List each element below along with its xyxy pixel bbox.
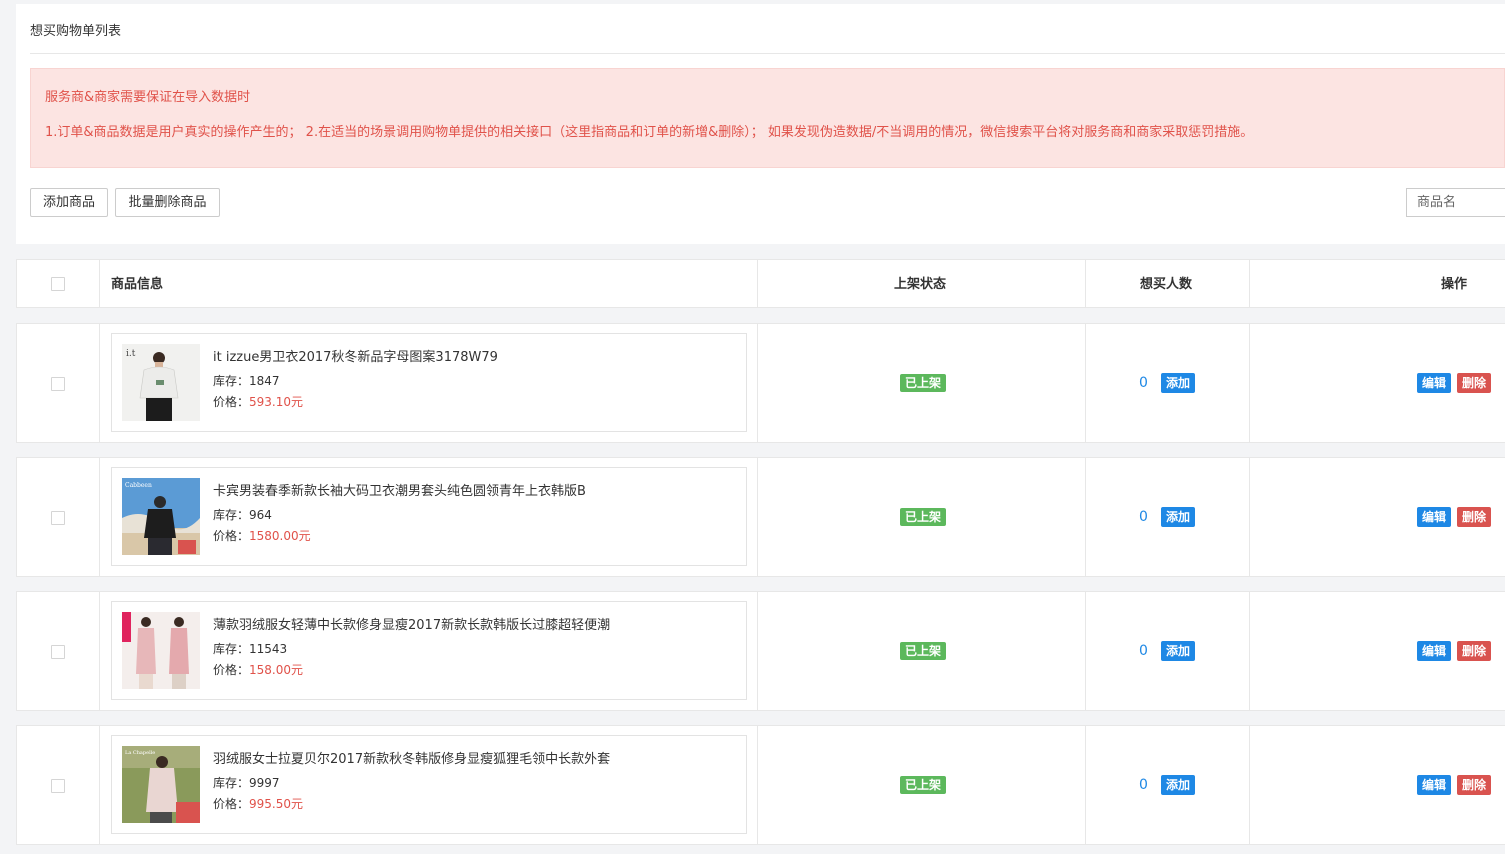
product-card: 薄款羽绒服女轻薄中长款修身显瘦2017新款长款韩版长过膝超轻便潮 库存：1154…: [111, 601, 747, 700]
select-all-checkbox[interactable]: [51, 277, 65, 291]
delete-button[interactable]: 删除: [1457, 775, 1492, 795]
want-count: 0: [1139, 509, 1148, 525]
edit-button[interactable]: 编辑: [1417, 507, 1452, 527]
column-divider: [757, 726, 758, 844]
add-product-button[interactable]: 添加商品: [30, 188, 108, 217]
column-divider: [757, 260, 758, 307]
product-price: 价格：1580.00元: [213, 529, 311, 543]
svg-text:i.t: i.t: [126, 349, 136, 359]
status-badge: 已上架: [900, 776, 947, 794]
product-card: i.t it izzue男卫衣2017秋冬新品字母图案3178W79 库存：18…: [111, 333, 747, 432]
table-row: Cabbeen 卡宾男装春季新款长袖大码卫衣潮男套头纯色圆领青年上衣韩版B 库存…: [16, 457, 1505, 577]
status-badge: 已上架: [900, 508, 947, 526]
delete-button[interactable]: 删除: [1457, 373, 1492, 393]
delete-button[interactable]: 删除: [1457, 507, 1492, 527]
table-row: 薄款羽绒服女轻薄中长款修身显瘦2017新款长款韩版长过膝超轻便潮 库存：1154…: [16, 591, 1505, 711]
column-divider: [1085, 458, 1086, 576]
product-name: 羽绒服女士拉夏贝尔2017新款秋冬韩版修身显瘦狐狸毛领中长款外套: [213, 752, 611, 767]
notice-alert: 服务商&商家需要保证在导入数据时 1.订单&商品数据是用户真实的操作产生的； 2…: [30, 68, 1505, 168]
column-divider: [99, 324, 100, 442]
product-name: it izzue男卫衣2017秋冬新品字母图案3178W79: [213, 350, 498, 365]
column-divider: [99, 458, 100, 576]
column-divider: [757, 458, 758, 576]
column-divider: [99, 726, 100, 844]
add-want-button[interactable]: 添加: [1161, 507, 1196, 527]
svg-text:La Chapelle: La Chapelle: [125, 750, 155, 756]
want-count: 0: [1139, 375, 1148, 391]
header-product-info: 商品信息: [111, 277, 164, 292]
row-checkbox[interactable]: [51, 511, 65, 525]
product-image[interactable]: i.t: [122, 344, 200, 421]
product-name: 薄款羽绒服女轻薄中长款修身显瘦2017新款长款韩版长过膝超轻便潮: [213, 618, 611, 633]
column-divider: [99, 260, 100, 307]
table-header: 商品信息 上架状态 想买人数 操作: [16, 259, 1505, 308]
product-stock: 库存：1847: [213, 374, 280, 388]
column-divider: [757, 324, 758, 442]
column-divider: [1249, 324, 1250, 442]
batch-delete-button[interactable]: 批量删除商品: [115, 188, 220, 217]
edit-button[interactable]: 编辑: [1417, 775, 1452, 795]
product-stock: 库存：11543: [213, 642, 288, 656]
column-divider: [1249, 260, 1250, 307]
page-title: 想买购物单列表: [30, 24, 122, 39]
product-stock: 库存：9997: [213, 776, 280, 790]
product-card: La Chapelle 羽绒服女士拉夏贝尔2017新款秋冬韩版修身显瘦狐狸毛领中…: [111, 735, 747, 834]
header-operations: 操作: [1441, 277, 1468, 292]
product-image[interactable]: [122, 612, 200, 689]
column-divider: [1249, 726, 1250, 844]
column-divider: [1249, 458, 1250, 576]
title-divider: [30, 53, 1505, 54]
alert-title: 服务商&商家需要保证在导入数据时: [45, 90, 251, 105]
add-want-button[interactable]: 添加: [1161, 641, 1196, 661]
column-divider: [1085, 726, 1086, 844]
product-price: 价格：593.10元: [213, 395, 304, 409]
product-image[interactable]: La Chapelle: [122, 746, 200, 823]
top-panel: 想买购物单列表 服务商&商家需要保证在导入数据时 1.订单&商品数据是用户真实的…: [16, 4, 1505, 244]
product-price: 价格：158.00元: [213, 663, 304, 677]
status-badge: 已上架: [900, 642, 947, 660]
table-row: i.t it izzue男卫衣2017秋冬新品字母图案3178W79 库存：18…: [16, 323, 1505, 443]
product-name: 卡宾男装春季新款长袖大码卫衣潮男套头纯色圆领青年上衣韩版B: [213, 484, 586, 499]
product-image[interactable]: Cabbeen: [122, 478, 200, 555]
want-count: 0: [1139, 643, 1148, 659]
column-divider: [1085, 324, 1086, 442]
alert-text: 1.订单&商品数据是用户真实的操作产生的； 2.在适当的场景调用购物单提供的相关…: [45, 125, 1254, 140]
delete-button[interactable]: 删除: [1457, 641, 1492, 661]
row-checkbox[interactable]: [51, 377, 65, 391]
row-checkbox[interactable]: [51, 779, 65, 793]
column-divider: [1085, 592, 1086, 710]
want-count: 0: [1139, 777, 1148, 793]
table-row: La Chapelle 羽绒服女士拉夏贝尔2017新款秋冬韩版修身显瘦狐狸毛领中…: [16, 725, 1505, 845]
product-search-input[interactable]: [1406, 188, 1505, 217]
column-divider: [99, 592, 100, 710]
column-divider: [757, 592, 758, 710]
column-divider: [1085, 260, 1086, 307]
add-want-button[interactable]: 添加: [1161, 775, 1196, 795]
add-want-button[interactable]: 添加: [1161, 373, 1196, 393]
header-status: 上架状态: [894, 277, 947, 292]
product-stock: 库存：964: [213, 508, 272, 522]
edit-button[interactable]: 编辑: [1417, 641, 1452, 661]
product-price: 价格：995.50元: [213, 797, 304, 811]
status-badge: 已上架: [900, 374, 947, 392]
header-want-count: 想买人数: [1140, 277, 1193, 292]
row-checkbox[interactable]: [51, 645, 65, 659]
product-card: Cabbeen 卡宾男装春季新款长袖大码卫衣潮男套头纯色圆领青年上衣韩版B 库存…: [111, 467, 747, 566]
column-divider: [1249, 592, 1250, 710]
edit-button[interactable]: 编辑: [1417, 373, 1452, 393]
svg-text:Cabbeen: Cabbeen: [125, 482, 152, 489]
